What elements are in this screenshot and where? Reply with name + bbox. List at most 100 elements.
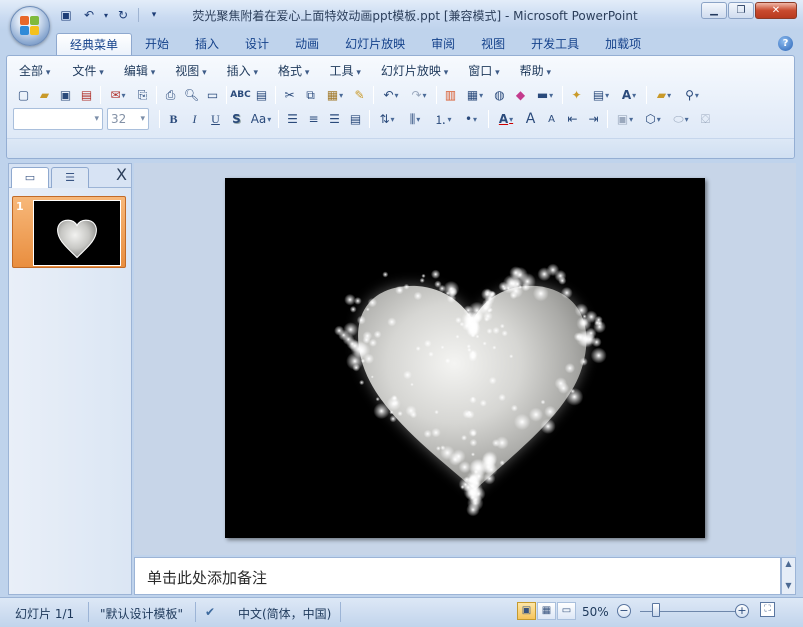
print-icon[interactable]: ⎙	[160, 85, 181, 105]
help-icon[interactable]: ?	[778, 36, 793, 51]
office-button[interactable]	[10, 6, 50, 46]
scroll-up-icon[interactable]: ▲	[782, 558, 795, 570]
grow-font-button[interactable]: A	[520, 109, 541, 129]
menu-tools[interactable]: 工具	[323, 61, 368, 81]
new-document-icon[interactable]: ▢	[13, 85, 34, 105]
normal-view-button[interactable]: ▣	[517, 602, 536, 620]
tab-slideshow[interactable]: 幻灯片放映	[332, 33, 418, 56]
close-button[interactable]: ✕	[755, 2, 797, 19]
format-painter-icon[interactable]: ✎	[349, 85, 370, 105]
spelling-icon[interactable]: ABC	[230, 85, 251, 105]
slide-layout-icon[interactable]: ▤	[587, 85, 615, 105]
language-status[interactable]: 中文(简体，中国)	[238, 605, 331, 622]
undo-dropdown-icon[interactable]: ▾	[102, 6, 110, 24]
slide-editing-area[interactable]	[134, 163, 796, 555]
italic-button[interactable]: I	[184, 109, 205, 129]
research-icon[interactable]: ▤	[251, 85, 272, 105]
tab-slides[interactable]: ▭	[11, 167, 49, 188]
new-slide-icon[interactable]: ✦	[566, 85, 587, 105]
slide-thumbnail-item[interactable]: 1	[12, 196, 126, 268]
scroll-down-icon[interactable]: ▼	[782, 580, 795, 592]
justify-icon[interactable]: ▤	[345, 109, 366, 129]
color-grayscale-icon[interactable]: ◆	[510, 85, 531, 105]
font-color-button[interactable]: A	[492, 109, 520, 129]
quick-styles-icon[interactable]: ⬭	[667, 109, 695, 129]
shrink-font-button[interactable]: A	[541, 109, 562, 129]
text-direction-icon[interactable]: ⇅	[373, 109, 401, 129]
table-icon[interactable]: ▦	[461, 85, 489, 105]
tab-insert[interactable]: 插入	[182, 33, 232, 56]
columns-icon[interactable]: ⫼	[401, 109, 429, 129]
fill-color-icon[interactable]: ⛋	[695, 109, 716, 129]
folder-icon[interactable]: ▰	[650, 85, 678, 105]
zoom-level[interactable]: 50%	[582, 605, 609, 619]
bold-button[interactable]: B	[163, 109, 184, 129]
zoom-slider-thumb[interactable]	[652, 603, 660, 617]
menu-edit[interactable]: 编辑	[118, 61, 163, 81]
font-name-combo[interactable]	[13, 108, 103, 130]
underline-button[interactable]: U	[205, 109, 226, 129]
menu-insert[interactable]: 插入	[221, 61, 266, 81]
open-folder-icon[interactable]: ▰	[34, 85, 55, 105]
text-box-icon[interactable]: A	[615, 85, 643, 105]
align-right-icon[interactable]: ☰	[324, 109, 345, 129]
spelling-check-icon[interactable]: ✔	[205, 605, 215, 619]
tab-classic-menu[interactable]: 经典菜单	[56, 33, 133, 56]
tab-design[interactable]: 设计	[232, 33, 282, 56]
notes-scrollbar[interactable]: ▲ ▼	[781, 557, 796, 595]
save-icon[interactable]: ▣	[56, 6, 76, 24]
notes-pane[interactable]: 单击此处添加备注	[134, 557, 781, 595]
shadow-button[interactable]: S	[226, 109, 247, 129]
decrease-indent-icon[interactable]: ⇤	[562, 109, 583, 129]
slideshow-view-button[interactable]: ▭	[557, 602, 576, 620]
align-left-icon[interactable]: ☰	[282, 109, 303, 129]
font-size-combo[interactable]: 32	[107, 108, 149, 130]
email-icon[interactable]: ✉	[104, 85, 132, 105]
zoom-out-icon[interactable]: −	[617, 604, 631, 618]
menu-format[interactable]: 格式	[272, 61, 317, 81]
restore-button[interactable]: ❐	[728, 2, 754, 19]
save-icon[interactable]: ▣	[55, 85, 76, 105]
zoom-in-icon[interactable]: +	[735, 604, 749, 618]
layout-icon[interactable]: ▭	[202, 85, 223, 105]
shape-icon[interactable]: ⬡	[639, 109, 667, 129]
bullets-icon[interactable]: •	[457, 109, 485, 129]
print-preview-icon[interactable]: 🔍︎	[181, 85, 202, 105]
search-icon[interactable]: ⚲	[678, 85, 706, 105]
redo-icon[interactable]: ↷	[405, 85, 433, 105]
publish-pdf-icon[interactable]: ⎘	[132, 85, 153, 105]
undo-icon[interactable]: ↶	[79, 6, 99, 24]
menu-slideshow[interactable]: 幻灯片放映	[375, 61, 456, 81]
notes-placeholder[interactable]: 单击此处添加备注	[147, 567, 267, 588]
minimize-button[interactable]: ▁	[701, 2, 727, 19]
undo-icon[interactable]: ↶	[377, 85, 405, 105]
align-center-icon[interactable]: ≡	[303, 109, 324, 129]
menu-file[interactable]: 文件	[66, 61, 111, 81]
copy-icon[interactable]: ⧉	[300, 85, 321, 105]
menu-view[interactable]: 视图	[169, 61, 214, 81]
slide-canvas[interactable]	[225, 178, 705, 538]
arrange-icon[interactable]: ▣	[611, 109, 639, 129]
paste-icon[interactable]: ▦	[321, 85, 349, 105]
redo-icon[interactable]: ↻	[113, 6, 133, 24]
tab-review[interactable]: 审阅	[418, 33, 468, 56]
color-palette-icon[interactable]: ▬	[531, 85, 559, 105]
menu-window[interactable]: 窗口	[462, 61, 507, 81]
cut-icon[interactable]: ✂	[279, 85, 300, 105]
menu-help[interactable]: 帮助	[514, 61, 559, 81]
tab-view[interactable]: 视图	[468, 33, 518, 56]
panel-close-button[interactable]: X	[116, 166, 127, 184]
change-case-button[interactable]: Aa	[247, 109, 275, 129]
permission-icon[interactable]: ▤	[76, 85, 97, 105]
increase-indent-icon[interactable]: ⇥	[583, 109, 604, 129]
theme-status[interactable]: "默认设计模板"	[100, 605, 183, 622]
tab-animations[interactable]: 动画	[282, 33, 332, 56]
fit-to-window-icon[interactable]: ⛶	[760, 602, 775, 617]
tab-home[interactable]: 开始	[132, 33, 182, 56]
tab-outline[interactable]: ☰	[51, 167, 89, 188]
numbering-icon[interactable]: ⒈	[429, 109, 457, 129]
clipart-icon[interactable]: ◍	[489, 85, 510, 105]
slide-sorter-view-button[interactable]: ▦	[537, 602, 556, 620]
tab-addins[interactable]: 加载项	[592, 33, 654, 56]
slide-thumbnail[interactable]	[33, 200, 121, 266]
